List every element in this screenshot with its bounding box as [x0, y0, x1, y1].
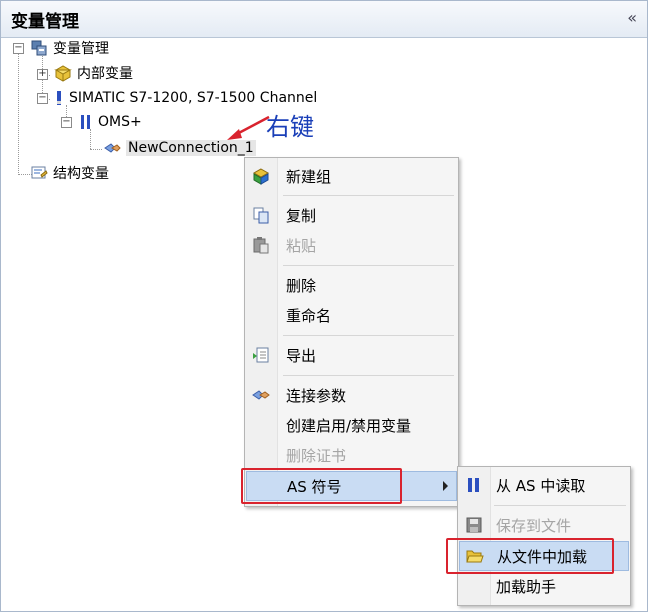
menu-item-label: 连接参数 [286, 386, 347, 405]
menu-item-label: AS 符号 [287, 477, 342, 496]
menu-separator [494, 505, 626, 506]
collapse-channel-icon[interactable]: − [37, 93, 48, 104]
menu-item-export[interactable]: 导出 [245, 341, 458, 369]
tree-connector [90, 129, 91, 149]
submenu-item-load-assistant[interactable]: 加载助手 [458, 572, 630, 600]
menu-item-label: 从文件中加载 [497, 547, 588, 566]
collapse-panel-icon[interactable]: « [627, 8, 637, 27]
tree-node-structure-tags[interactable]: 结构变量 [30, 163, 109, 183]
connection-params-icon [252, 386, 270, 404]
menu-item-copy[interactable]: 复制 [245, 201, 458, 229]
expand-internal-icon[interactable]: + [37, 69, 48, 80]
submenu-item-save-to-file: 保存到文件 [458, 511, 630, 539]
menu-separator [283, 195, 454, 196]
menu-item-label: 删除证书 [286, 446, 347, 465]
menu-separator [283, 265, 454, 266]
menu-item-label: 创建启用/禁用变量 [286, 416, 412, 435]
as-symbol-submenu: 从 AS 中读取 保存到文件 从文件中加载 加载助手 [457, 466, 631, 606]
tag-management-icon [30, 39, 48, 57]
menu-item-label: 从 AS 中读取 [496, 476, 586, 495]
collapse-oms-icon[interactable]: − [61, 117, 72, 128]
tree-label: OMS+ [98, 114, 142, 130]
open-folder-icon [466, 547, 484, 565]
tree-label: 内部变量 [77, 66, 133, 82]
tree-node-root[interactable]: 变量管理 [30, 38, 109, 58]
structure-tags-icon [30, 164, 48, 182]
menu-item-rename[interactable]: 重命名 [245, 301, 458, 329]
context-menu: 新建组 复制 粘贴 删除 重命名 导出 连接参数 创建启用/禁用变量 删除证书 … [244, 157, 459, 507]
menu-item-label: 加载助手 [496, 577, 557, 596]
new-group-icon [252, 167, 270, 185]
menu-item-label: 保存到文件 [496, 516, 572, 535]
channel-icon [54, 89, 64, 107]
menu-separator [283, 375, 454, 376]
tree-node-internal-tags[interactable]: 内部变量 [54, 63, 133, 83]
copy-icon [252, 206, 270, 224]
save-icon [465, 516, 483, 534]
collapse-root-icon[interactable]: − [13, 43, 24, 54]
internal-tags-icon [54, 64, 72, 82]
read-from-as-icon [465, 476, 483, 494]
panel-header: 变量管理 « [1, 1, 647, 38]
tree-label: 变量管理 [53, 41, 109, 57]
menu-item-label: 导出 [286, 346, 317, 365]
right-click-annotation: 右键 [266, 113, 314, 141]
tree-connector [18, 54, 19, 175]
paste-icon [252, 236, 270, 254]
tree-connector [90, 149, 102, 150]
tree-label: 结构变量 [53, 166, 109, 182]
submenu-item-load-from-file[interactable]: 从文件中加载 [459, 541, 629, 571]
submenu-arrow-icon [443, 481, 448, 491]
tree-label: SIMATIC S7-1200, S7-1500 Channel [69, 90, 318, 106]
menu-item-label: 删除 [286, 276, 317, 295]
panel-title: 变量管理 [11, 12, 79, 32]
menu-item-delete-certificate: 删除证书 [245, 441, 458, 469]
menu-item-label: 新建组 [286, 167, 332, 186]
menu-item-new-group[interactable]: 新建组 [245, 162, 458, 190]
tree-node-oms[interactable]: OMS+ [79, 112, 142, 132]
menu-separator [283, 335, 454, 336]
menu-item-delete[interactable]: 删除 [245, 271, 458, 299]
tree-node-channel[interactable]: SIMATIC S7-1200, S7-1500 Channel [54, 88, 317, 108]
menu-item-paste: 粘贴 [245, 231, 458, 259]
menu-item-connection-params[interactable]: 连接参数 [245, 381, 458, 409]
menu-item-label: 粘贴 [286, 236, 317, 255]
menu-item-label: 复制 [286, 206, 317, 225]
menu-item-as-symbol[interactable]: AS 符号 [246, 471, 457, 501]
export-icon [252, 346, 270, 364]
menu-item-label: 重命名 [286, 306, 332, 325]
menu-item-create-enable-disable-tag[interactable]: 创建启用/禁用变量 [245, 411, 458, 439]
submenu-item-read-from-as[interactable]: 从 AS 中读取 [458, 471, 630, 499]
connection-icon [103, 139, 121, 157]
oms-connection-icon [79, 113, 93, 131]
